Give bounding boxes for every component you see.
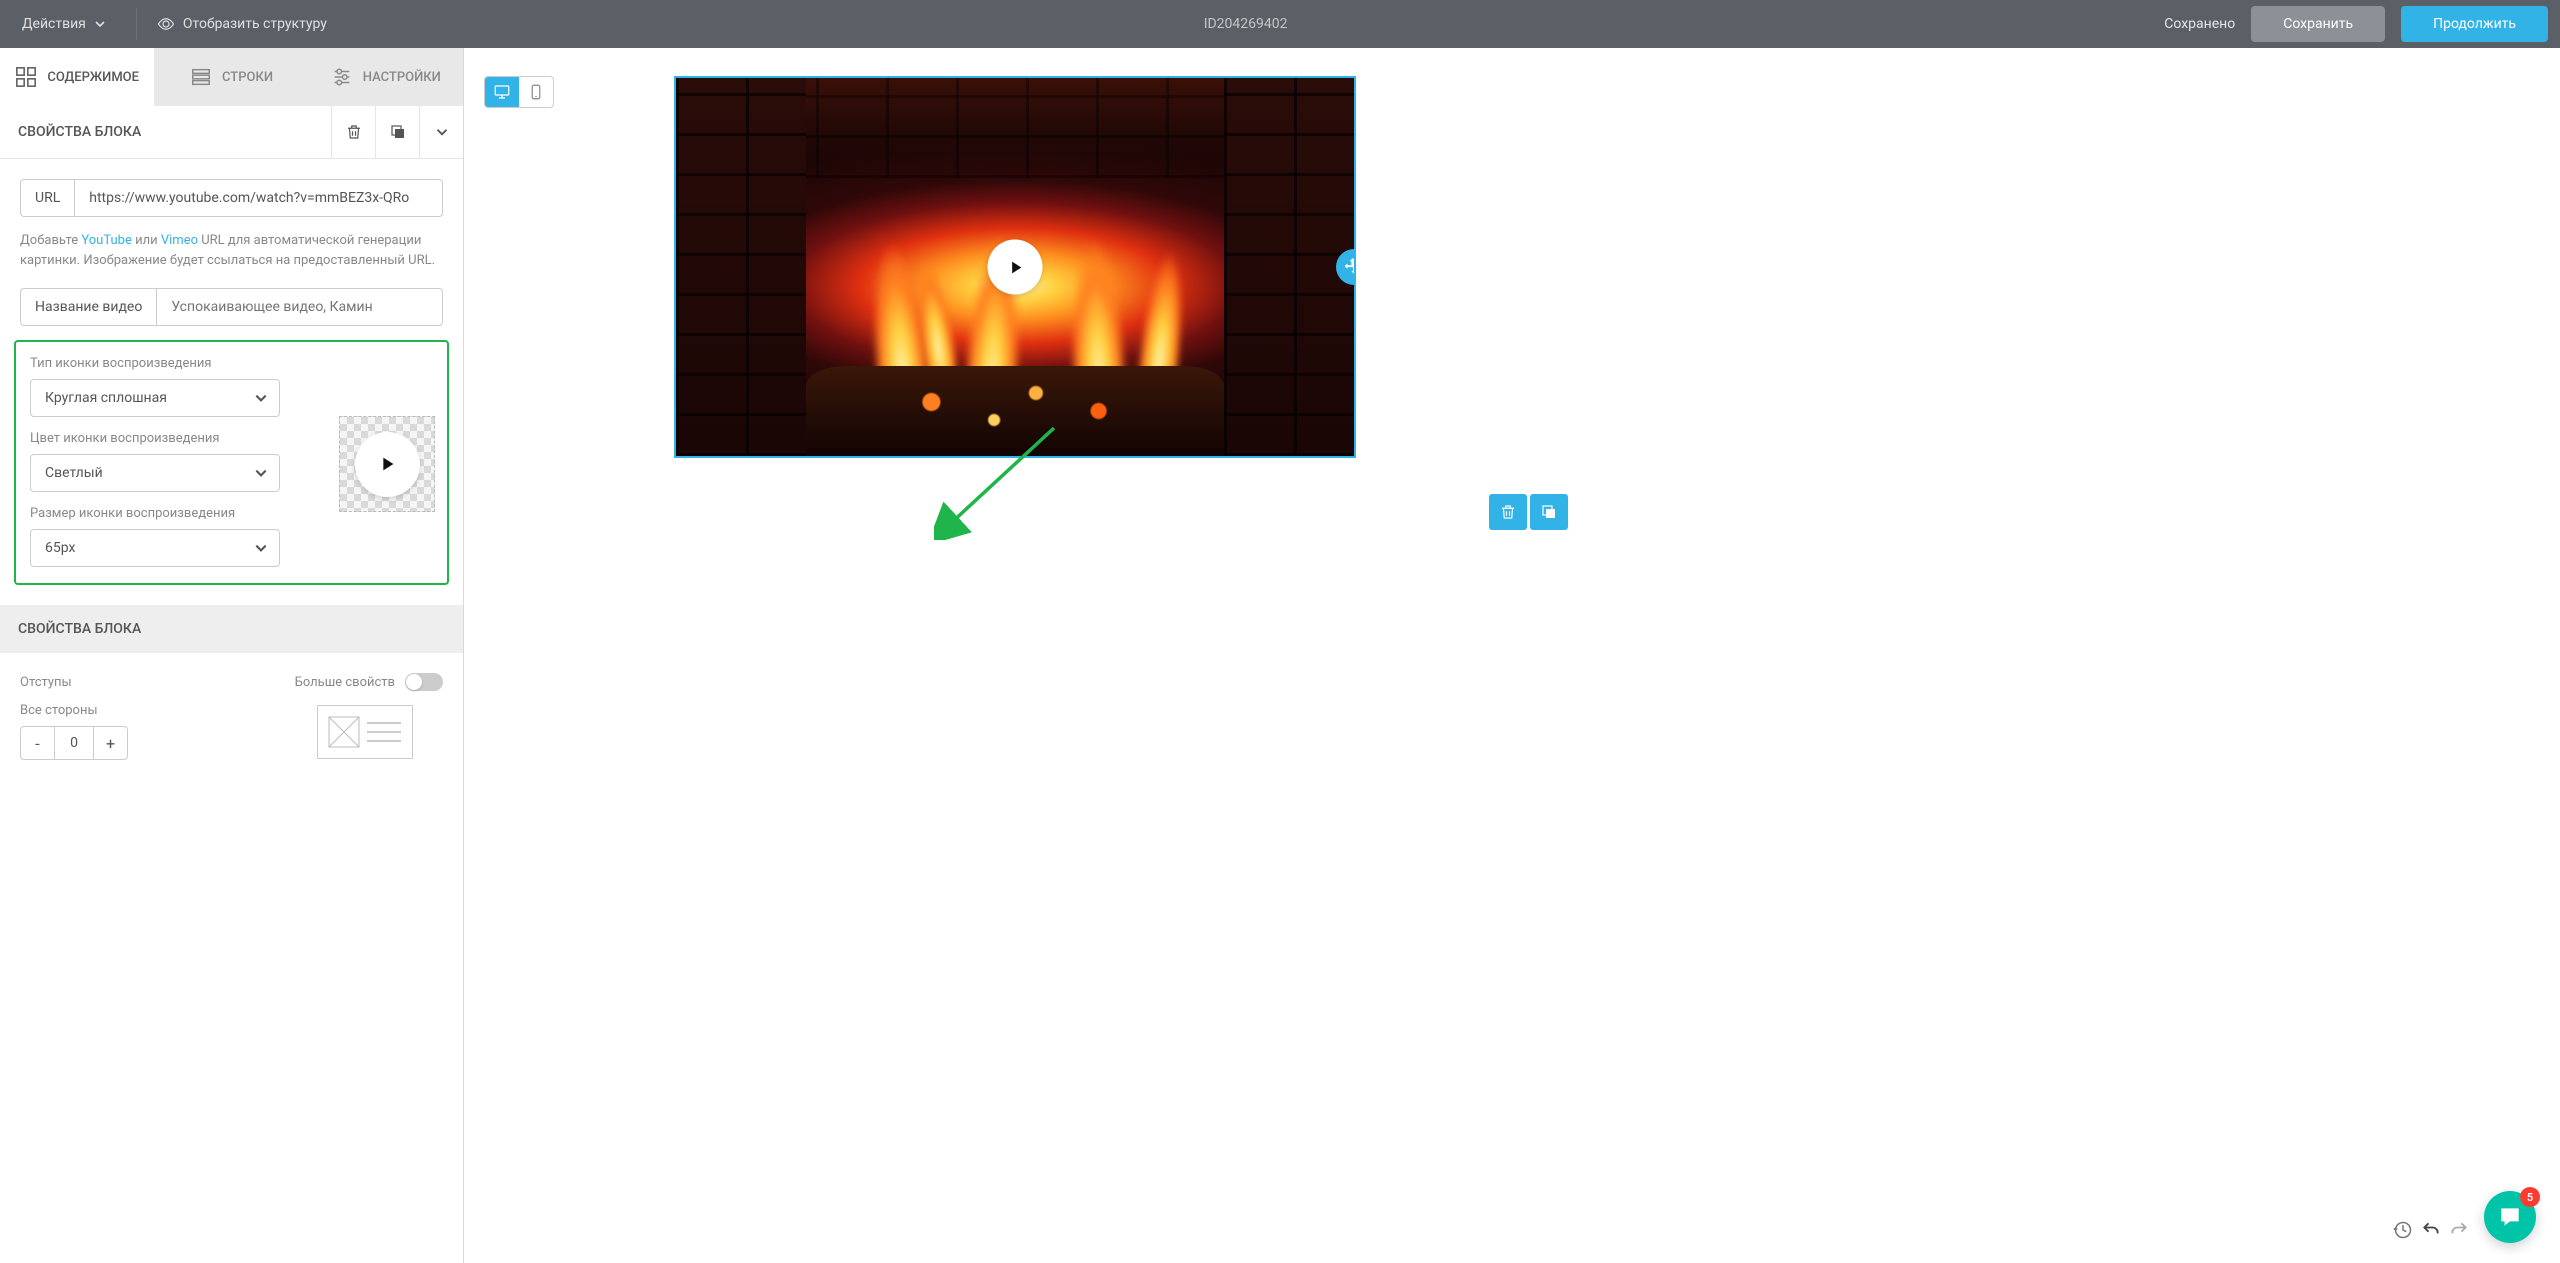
chevron-down-icon [94,18,106,30]
desktop-icon [493,83,511,101]
youtube-link[interactable]: YouTube [81,233,132,248]
url-input[interactable] [74,179,443,217]
video-content-block[interactable] [674,76,1356,458]
redo-icon [2449,1220,2469,1240]
play-icon-preview [339,416,435,512]
redo-button[interactable] [2446,1217,2472,1243]
video-title-label: Название видео [20,288,156,326]
video-play-overlay[interactable] [988,240,1043,295]
actions-label: Действия [22,16,86,32]
canvas-duplicate-button[interactable] [1530,494,1568,530]
padding-visualizer [317,705,413,759]
play-icon-settings-highlight: Тип иконки воспроизведения Круглая сплош… [14,340,449,585]
history-icon [2393,1220,2413,1240]
video-title-input[interactable] [156,288,443,326]
settings-icon [331,66,353,88]
padding-value-input[interactable] [54,726,94,760]
show-structure-toggle[interactable]: Отобразить структуру [157,15,327,33]
url-help-text: Добавьте YouTube или Vimeo URL для автом… [20,231,443,270]
block-props-header: СВОЙСТВА БЛОКА [0,106,463,159]
tab-rows[interactable]: СТРОКИ [154,48,308,106]
tab-settings[interactable]: НАСТРОЙКИ [309,48,463,106]
continue-button[interactable]: Продолжить [2401,6,2548,42]
canvas-delete-button[interactable] [1489,494,1527,530]
desktop-preview-button[interactable] [485,77,519,107]
eye-icon [157,15,175,33]
padding-plus-button[interactable]: + [94,726,128,760]
icon-type-select[interactable]: Круглая сплошная [30,379,280,417]
actions-dropdown[interactable]: Действия [12,16,116,32]
tab-content-label: СОДЕРЖИМОЕ [47,70,139,85]
rows-icon [190,66,212,88]
document-id: ID204269402 [327,16,2164,32]
play-icon [1005,257,1025,277]
duplicate-icon [1540,503,1558,521]
mobile-icon [527,83,545,101]
padding-viz-icon [325,713,405,751]
show-structure-label: Отобразить структуру [183,16,327,32]
padding-label: Отступы [20,675,72,690]
editor-canvas-area [464,48,2560,1263]
play-icon [376,453,398,475]
top-header: Действия Отобразить структуру ID20426940… [0,0,2560,48]
saved-status: Сохранено [2164,16,2235,32]
mobile-preview-button[interactable] [519,77,553,107]
sidebar-panel: СОДЕРЖИМОЕ СТРОКИ НАСТРОЙКИ СВОЙСТВА БЛО… [0,48,464,1263]
tab-content[interactable]: СОДЕРЖИМОЕ [0,48,154,106]
chevron-down-icon [433,123,451,141]
all-sides-label: Все стороны [20,703,128,718]
more-props-toggle[interactable] [405,673,443,691]
move-icon [1344,257,1356,277]
icon-color-select[interactable]: Светлый [30,454,280,492]
header-divider [136,8,137,40]
history-controls [2390,1217,2472,1243]
duplicate-icon [389,123,407,141]
icon-type-label: Тип иконки воспроизведения [30,356,433,371]
padding-stepper: - + [20,726,128,760]
delete-block-button[interactable] [331,106,375,158]
save-button[interactable]: Сохранить [2251,6,2385,42]
duplicate-block-button[interactable] [375,106,419,158]
url-label: URL [20,179,74,217]
trash-icon [345,123,363,141]
icon-size-select[interactable]: 65px [30,529,280,567]
sidebar-tabs: СОДЕРЖИМОЕ СТРОКИ НАСТРОЙКИ [0,48,463,106]
history-button[interactable] [2390,1217,2416,1243]
chat-notification-badge: 5 [2520,1187,2540,1207]
trash-icon [1499,503,1517,521]
undo-icon [2421,1220,2441,1240]
undo-button[interactable] [2418,1217,2444,1243]
vimeo-link[interactable]: Vimeo [161,233,198,248]
padding-minus-button[interactable]: - [20,726,54,760]
more-props-label: Больше свойств [295,675,395,690]
tab-settings-label: НАСТРОЙКИ [363,70,441,85]
block-props-section-header: СВОЙСТВА БЛОКА [0,605,463,653]
block-props-title: СВОЙСТВА БЛОКА [0,106,331,158]
collapse-panel-button[interactable] [419,106,463,158]
chat-widget-button[interactable]: 5 [2484,1191,2536,1243]
device-preview-toggle [484,76,554,108]
content-icon [15,66,37,88]
chat-icon [2497,1204,2523,1230]
tab-rows-label: СТРОКИ [222,70,273,85]
